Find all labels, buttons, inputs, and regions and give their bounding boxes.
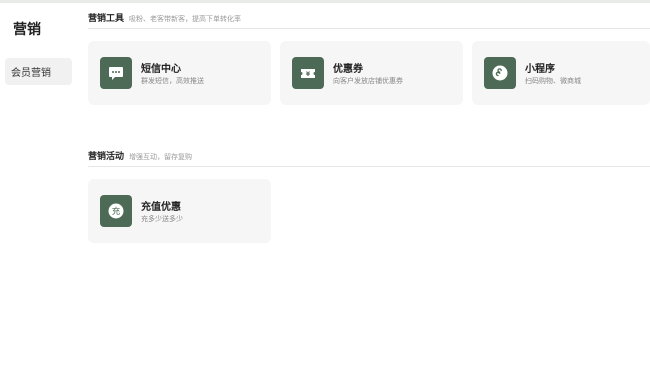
card-sms-center[interactable]: 短信中心 群发短信，高效推送 xyxy=(88,41,271,105)
section-header-activities: 营销活动 增强互动，留存复购 xyxy=(88,149,650,167)
card-title: 优惠券 xyxy=(333,64,363,75)
section-description: 增强互动，留存复购 xyxy=(129,153,193,161)
card-miniprogram[interactable]: 小程序 扫码购物、微商城 xyxy=(472,41,650,105)
card-description: 群发短信，高效推送 xyxy=(141,77,204,85)
card-title: 充值优惠 xyxy=(141,202,181,213)
recharge-icon: 充 xyxy=(100,195,132,227)
svg-text:充: 充 xyxy=(112,206,121,217)
sidebar-item-label: 会员营销 xyxy=(11,68,51,79)
section-header-tools: 营销工具 吸粉、老客带新客，提高下单转化率 xyxy=(88,11,650,29)
card-recharge-discount[interactable]: 充 充值优惠 充多少送多少 xyxy=(88,179,271,243)
card-description: 向客户发放店铺优惠券 xyxy=(333,77,403,85)
message-icon xyxy=(100,57,132,89)
card-title: 短信中心 xyxy=(141,64,181,75)
miniprogram-icon xyxy=(484,57,516,89)
card-coupon[interactable]: ¥ 优惠券 向客户发放店铺优惠券 xyxy=(280,41,463,105)
section-title: 营销工具 xyxy=(88,14,125,24)
coupon-icon: ¥ xyxy=(292,57,324,89)
card-title: 小程序 xyxy=(525,64,555,75)
section-title: 营销活动 xyxy=(88,152,125,162)
sidebar-title: 营销 xyxy=(13,22,41,38)
section-description: 吸粉、老客带新客，提高下单转化率 xyxy=(129,15,242,23)
top-border xyxy=(0,0,650,3)
card-description: 充多少送多少 xyxy=(141,215,183,223)
card-description: 扫码购物、微商城 xyxy=(525,77,581,85)
sidebar-item-member-marketing[interactable]: 会员营销 xyxy=(5,58,72,85)
